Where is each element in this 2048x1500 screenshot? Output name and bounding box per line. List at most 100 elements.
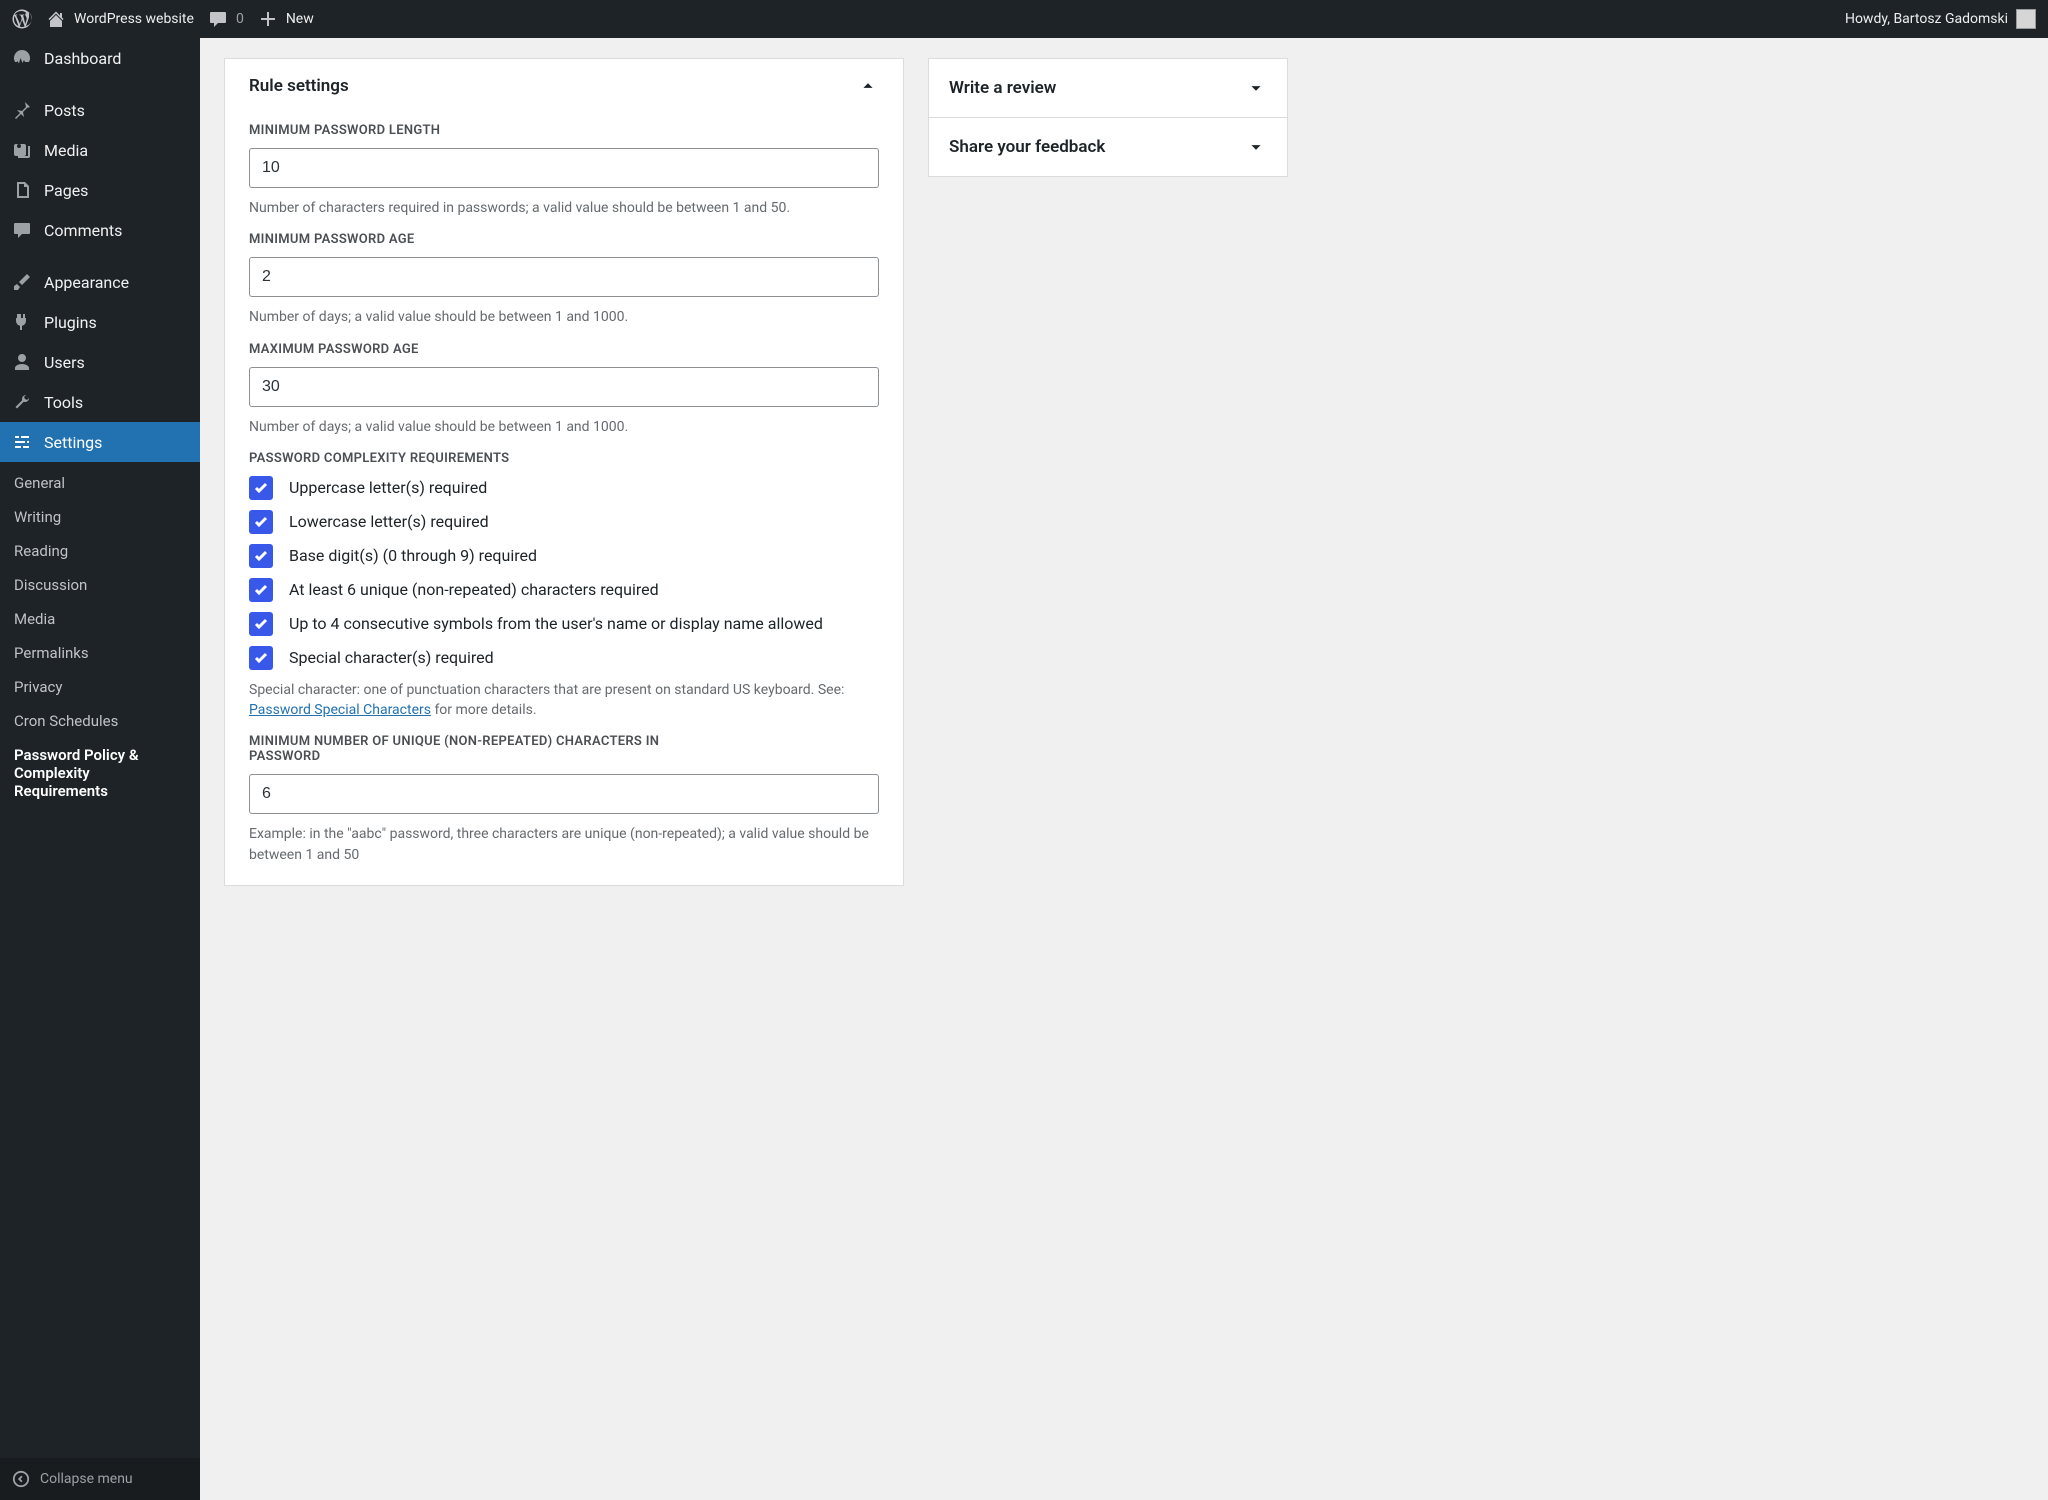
checkbox[interactable]	[249, 578, 273, 602]
check-icon	[253, 616, 269, 632]
side-panel: Write a review Share your feedback	[928, 58, 1288, 177]
special-chars-link[interactable]: Password Special Characters	[249, 702, 431, 718]
max-age-input[interactable]	[249, 367, 879, 407]
check-icon	[253, 582, 269, 598]
checkbox[interactable]	[249, 510, 273, 534]
min-age-label: MINIMUM PASSWORD AGE	[249, 232, 879, 247]
checkbox-row-digits[interactable]: Base digit(s) (0 through 9) required	[249, 544, 879, 568]
submenu-media[interactable]: Media	[0, 602, 200, 636]
complexity-help: Special character: one of punctuation ch…	[249, 680, 879, 721]
checkbox-label: Base digit(s) (0 through 9) required	[289, 546, 537, 565]
checkbox-label: Up to 4 consecutive symbols from the use…	[289, 614, 823, 633]
plug-icon	[12, 312, 32, 332]
submenu-reading[interactable]: Reading	[0, 534, 200, 568]
admin-bar: WordPress website 0 New Howdy, Bartosz G…	[0, 0, 2048, 38]
max-age-help: Number of days; a valid value should be …	[249, 417, 879, 437]
help-text: Special character: one of punctuation ch…	[249, 682, 844, 698]
sidebar-item-label: Appearance	[44, 273, 129, 292]
submenu-discussion[interactable]: Discussion	[0, 568, 200, 602]
unique-chars-help: Example: in the "aabc" password, three c…	[249, 824, 879, 865]
media-icon	[12, 140, 32, 160]
settings-submenu: General Writing Reading Discussion Media…	[0, 462, 200, 818]
sidebar-item-label: Posts	[44, 101, 85, 120]
min-length-label: MINIMUM PASSWORD LENGTH	[249, 123, 879, 138]
sidebar-item-dashboard[interactable]: Dashboard	[0, 38, 200, 78]
checkbox-row-uppercase[interactable]: Uppercase letter(s) required	[249, 476, 879, 500]
adminbar-greeting: Howdy, Bartosz Gadomski	[1845, 11, 2008, 27]
check-icon	[253, 480, 269, 496]
unique-chars-input[interactable]	[249, 774, 879, 814]
sidebar-item-label: Media	[44, 141, 88, 160]
unique-chars-label: MINIMUM NUMBER OF UNIQUE (NON-REPEATED) …	[249, 734, 729, 764]
min-length-input[interactable]	[249, 148, 879, 188]
share-feedback-label: Share your feedback	[949, 137, 1105, 157]
adminbar-account[interactable]: Howdy, Bartosz Gadomski	[1845, 9, 2036, 29]
comment-icon	[208, 9, 228, 29]
sidebar-item-posts[interactable]: Posts	[0, 90, 200, 130]
sidebar-item-label: Tools	[44, 393, 83, 412]
sidebar-item-label: Dashboard	[44, 49, 121, 68]
max-age-label: MAXIMUM PASSWORD AGE	[249, 342, 879, 357]
check-icon	[253, 548, 269, 564]
adminbar-new-label: New	[286, 11, 314, 27]
min-age-input[interactable]	[249, 257, 879, 297]
sidebar-item-label: Plugins	[44, 313, 97, 332]
sidebar-item-tools[interactable]: Tools	[0, 382, 200, 422]
comment-icon	[12, 220, 32, 240]
checkbox-label: At least 6 unique (non-repeated) charact…	[289, 580, 659, 599]
adminbar-comments[interactable]: 0	[208, 9, 244, 29]
submenu-general[interactable]: General	[0, 466, 200, 500]
panel-header[interactable]: Rule settings	[249, 75, 879, 109]
rule-settings-panel: Rule settings MINIMUM PASSWORD LENGTH Nu…	[224, 58, 904, 886]
sidebar-item-pages[interactable]: Pages	[0, 170, 200, 210]
collapse-label: Collapse menu	[40, 1471, 133, 1487]
collapse-menu[interactable]: Collapse menu	[0, 1458, 200, 1500]
sidebar-item-media[interactable]: Media	[0, 130, 200, 170]
admin-sidebar: Dashboard Posts Media Pages Comments App…	[0, 38, 200, 1500]
submenu-password-policy[interactable]: Password Policy & Complexity Requirement…	[0, 738, 200, 808]
sidebar-item-label: Comments	[44, 221, 122, 240]
adminbar-site[interactable]: WordPress website	[46, 9, 194, 29]
min-length-help: Number of characters required in passwor…	[249, 198, 879, 218]
wp-logo[interactable]	[12, 9, 32, 29]
checkbox-row-special[interactable]: Special character(s) required	[249, 646, 879, 670]
submenu-privacy[interactable]: Privacy	[0, 670, 200, 704]
chevron-up-icon	[857, 75, 879, 97]
write-review-row[interactable]: Write a review	[929, 59, 1287, 117]
pin-icon	[12, 100, 32, 120]
checkbox-row-lowercase[interactable]: Lowercase letter(s) required	[249, 510, 879, 534]
checkbox[interactable]	[249, 544, 273, 568]
sidebar-item-label: Users	[44, 353, 85, 372]
checkbox-label: Special character(s) required	[289, 648, 494, 667]
checkbox-label: Lowercase letter(s) required	[289, 512, 489, 531]
adminbar-comments-count: 0	[236, 11, 244, 27]
submenu-writing[interactable]: Writing	[0, 500, 200, 534]
checkbox[interactable]	[249, 476, 273, 500]
panel-title: Rule settings	[249, 76, 349, 96]
wrench-icon	[12, 392, 32, 412]
check-icon	[253, 650, 269, 666]
write-review-label: Write a review	[949, 78, 1056, 98]
plus-icon	[258, 9, 278, 29]
checkbox[interactable]	[249, 612, 273, 636]
chevron-down-icon	[1245, 77, 1267, 99]
chevron-down-icon	[1245, 136, 1267, 158]
sidebar-item-users[interactable]: Users	[0, 342, 200, 382]
sidebar-item-plugins[interactable]: Plugins	[0, 302, 200, 342]
checkbox-row-consecutive[interactable]: Up to 4 consecutive symbols from the use…	[249, 612, 879, 636]
adminbar-new[interactable]: New	[258, 9, 314, 29]
complexity-label: PASSWORD COMPLEXITY REQUIREMENTS	[249, 451, 879, 466]
submenu-permalinks[interactable]: Permalinks	[0, 636, 200, 670]
sidebar-item-appearance[interactable]: Appearance	[0, 262, 200, 302]
home-icon	[46, 9, 66, 29]
submenu-cron[interactable]: Cron Schedules	[0, 704, 200, 738]
share-feedback-row[interactable]: Share your feedback	[929, 117, 1287, 176]
sidebar-item-label: Settings	[44, 433, 102, 452]
adminbar-site-name: WordPress website	[74, 11, 194, 27]
sidebar-item-comments[interactable]: Comments	[0, 210, 200, 250]
dashboard-icon	[12, 48, 32, 68]
sidebar-item-settings[interactable]: Settings	[0, 422, 200, 462]
checkbox[interactable]	[249, 646, 273, 670]
wordpress-icon	[12, 9, 32, 29]
checkbox-row-unique[interactable]: At least 6 unique (non-repeated) charact…	[249, 578, 879, 602]
